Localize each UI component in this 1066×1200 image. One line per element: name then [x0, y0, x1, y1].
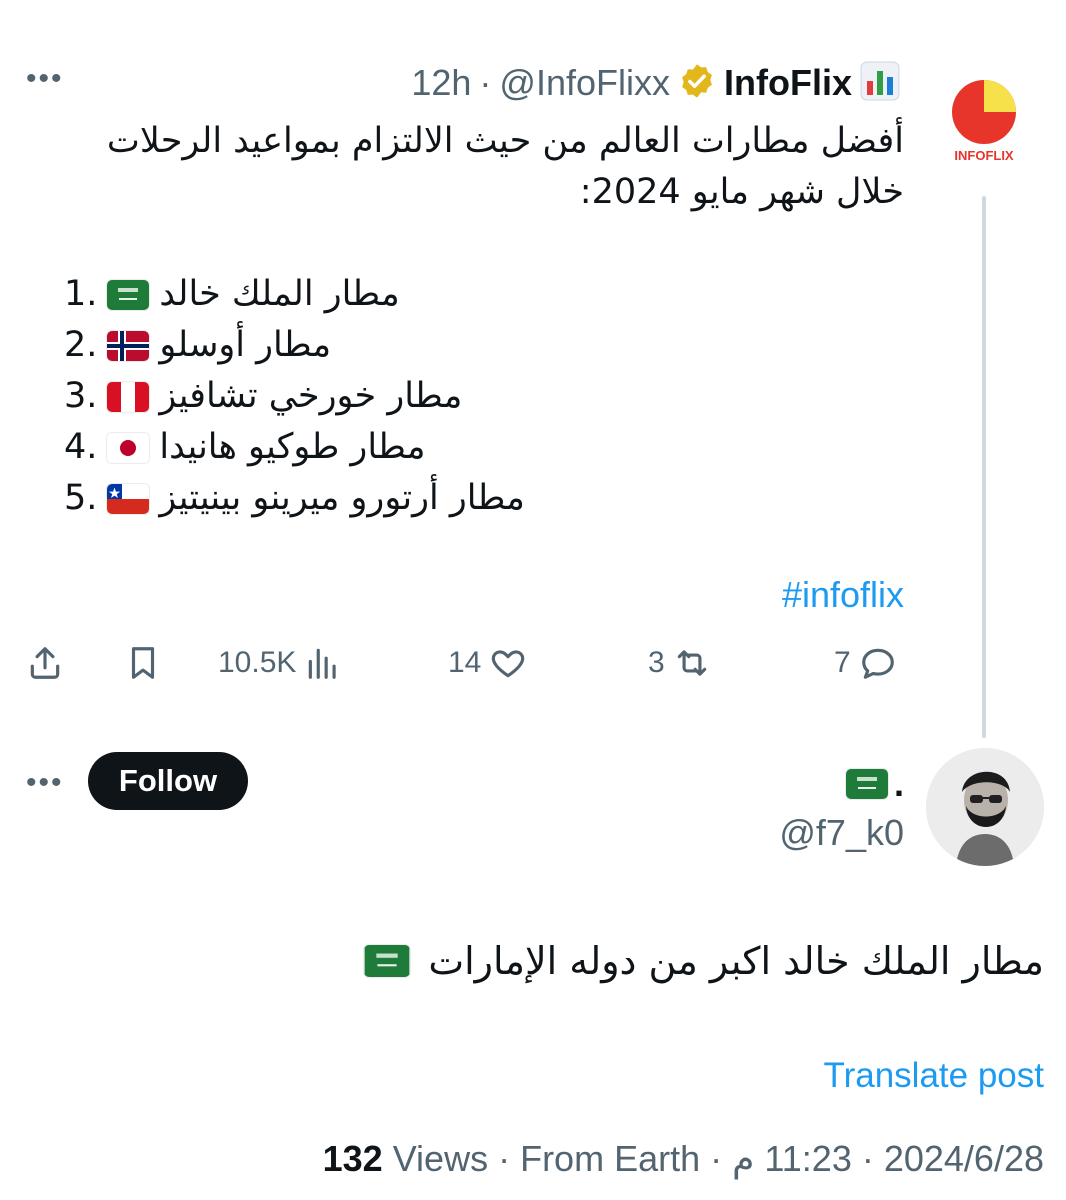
tweet-header: InfoFlix @InfoFlixx · 12h [411, 58, 900, 108]
ranking-item-2: 2. مطار أوسلو [64, 320, 904, 371]
ranking-name: مطار أرتورو ميرينو بينيتيز [159, 478, 525, 518]
ranking-name: مطار الملك خالد [159, 274, 400, 314]
avatar-logo-text: INFOFLIX [954, 148, 1014, 163]
author-name[interactable]: InfoFlix [724, 62, 852, 104]
like-button[interactable]: 14 [448, 640, 527, 686]
views-label: Views [382, 1138, 489, 1179]
post-metadata: 2024/6/28 · 11:23 م · From Earth · 132 V… [323, 1138, 1044, 1180]
share-button[interactable] [26, 640, 64, 686]
ranking-item-1: 1. مطار الملك خالد [64, 269, 904, 320]
post-time[interactable]: 12h [411, 62, 471, 104]
post-views: 132 Views [323, 1138, 488, 1180]
name-suffix: . [893, 763, 904, 804]
peru-flag-icon [107, 381, 150, 412]
japan-flag-icon [107, 432, 150, 463]
ranking-name: مطار خورخي تشافيز [159, 376, 463, 416]
share-icon [30, 647, 60, 679]
post-time[interactable]: 11:23 م [732, 1138, 852, 1180]
intro-line-1: أفضل مطارات العالم من حيث الالتزام بمواع… [106, 121, 904, 161]
norway-flag-icon [107, 330, 150, 361]
ranking-number: 4. [64, 427, 98, 467]
saudi-arabia-flag-icon [364, 945, 410, 977]
ranking-item-4: 4. مطار طوكيو هانيدا [64, 422, 904, 473]
gold-verified-badge-icon[interactable] [678, 62, 716, 105]
separator-dot: · [700, 1138, 733, 1179]
more-options-icon[interactable]: ••• [26, 766, 64, 800]
ranking-number: 1. [64, 274, 98, 314]
infoflix-avatar[interactable]: INFOFLIX [944, 74, 1028, 164]
saudi-arabia-flag-icon [845, 769, 888, 799]
ranking-number: 3. [64, 376, 98, 416]
ranking-number: 2. [64, 325, 98, 365]
reply-button[interactable]: 7 [834, 640, 897, 686]
ranking-name: مطار طوكيو هانيدا [159, 427, 426, 467]
retweets-count: 3 [648, 646, 665, 679]
reply-icon [861, 648, 894, 679]
reply-text-body: مطار الملك خالد اكبر من دوله الإمارات [428, 939, 1044, 983]
ranking-number: 5. [64, 478, 98, 518]
separator-dot: · [488, 1138, 521, 1179]
separator-dot: · [851, 1138, 884, 1179]
reply-user-handle[interactable]: @f7_k0 [779, 812, 904, 854]
ranking-item-5: 5. مطار أرتورو ميرينو بينيتيز [64, 473, 904, 524]
reply-user-avatar[interactable] [926, 748, 1044, 866]
heart-icon [492, 650, 525, 678]
analytics-icon [309, 648, 337, 679]
likes-count: 14 [448, 646, 482, 679]
tweet-action-bar: 10.5K 14 3 7 [26, 640, 906, 686]
retweet-icon [677, 650, 706, 676]
chile-flag-icon [107, 483, 150, 514]
thread-connector-line [982, 196, 986, 738]
ranking-item-3: 3. مطار خورخي تشافيز [64, 371, 904, 422]
views-button[interactable]: 10.5K [218, 640, 342, 686]
replies-count: 7 [834, 646, 851, 679]
reply-user-name[interactable]: . [845, 762, 904, 806]
translate-post-link[interactable]: Translate post [824, 1056, 1044, 1096]
author-handle[interactable]: @InfoFlixx [499, 62, 670, 104]
intro-line-2: خلال شهر مايو 2024: [579, 172, 904, 212]
views-count: 10.5K [218, 646, 297, 679]
chart-emoji-icon [860, 61, 900, 106]
ranking-name: مطار أوسلو [159, 325, 332, 365]
bookmark-button[interactable] [124, 640, 162, 686]
views-count: 132 [322, 1138, 383, 1179]
post-date[interactable]: 2024/6/28 [884, 1138, 1044, 1180]
bookmark-icon [131, 647, 155, 679]
more-options-icon[interactable]: ••• [26, 62, 64, 96]
follow-button[interactable]: Follow [88, 752, 248, 810]
saudi-arabia-flag-icon [107, 279, 150, 310]
retweet-button[interactable]: 3 [648, 640, 711, 686]
reply-text: مطار الملك خالد اكبر من دوله الإمارات [364, 936, 1044, 986]
post-location: From Earth [520, 1138, 701, 1179]
tweet-text: أفضل مطارات العالم من حيث الالتزام بمواع… [64, 116, 904, 524]
hashtag-link[interactable]: #infoflix [782, 574, 904, 616]
separator-dot: · [479, 62, 492, 103]
